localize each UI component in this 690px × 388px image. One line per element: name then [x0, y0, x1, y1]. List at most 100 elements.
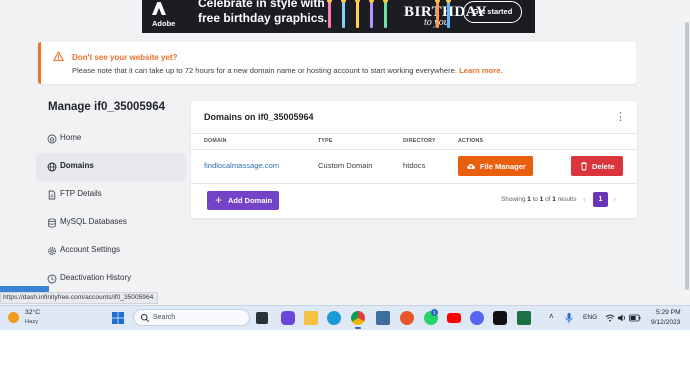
- weather-sun-icon[interactable]: [8, 312, 19, 323]
- column-header-type: TYPE: [318, 138, 333, 144]
- clock-date[interactable]: 9/12/2023: [651, 319, 680, 326]
- alert-message: Please note that it can take up to 72 ho…: [72, 65, 457, 75]
- add-domain-label: Add Domain: [228, 196, 273, 205]
- chevron-up-icon[interactable]: ˄: [549, 312, 554, 321]
- sidebar-label-ftp: FTP Details: [60, 189, 102, 198]
- adobe-logo-icon: [152, 2, 166, 15]
- warning-icon: [53, 51, 64, 62]
- ad-banner[interactable]: Adobe Celebrate in style with free birth…: [142, 0, 535, 33]
- wifi-icon[interactable]: [605, 313, 615, 323]
- search-icon: [140, 313, 150, 323]
- page-title: Manage if0_35005964: [48, 101, 165, 113]
- results-of-word: of: [545, 196, 551, 203]
- candle-icon: [355, 0, 360, 28]
- sidebar-label-settings: Account Settings: [60, 245, 121, 254]
- weather-temperature[interactable]: 32°C: [25, 309, 40, 316]
- results-to: 1: [539, 196, 544, 203]
- chrome-browser-icon[interactable]: [351, 311, 365, 325]
- candle-icon: [446, 0, 451, 28]
- windows-start-icon[interactable]: [111, 311, 125, 325]
- sidebar-label-domains: Domains: [60, 161, 94, 170]
- history-icon: [47, 274, 57, 284]
- firefox-browser-icon[interactable]: [400, 311, 414, 325]
- candle-icon: [435, 0, 440, 28]
- divider: [191, 183, 637, 184]
- trash-icon: [581, 161, 587, 171]
- candle-icon: [383, 0, 388, 28]
- sidebar-item-ftp-details[interactable]: FTP Details: [36, 181, 186, 209]
- results-prefix: Showing: [501, 196, 526, 203]
- browser-page: Adobe Celebrate in style with free birth…: [0, 0, 690, 330]
- candle-icon: [341, 0, 346, 28]
- home-icon: [47, 134, 57, 144]
- excel-icon[interactable]: [517, 311, 531, 325]
- sidebar-item-home[interactable]: Home: [36, 125, 186, 153]
- sidebar-item-deactivation-history[interactable]: Deactivation History: [36, 265, 186, 293]
- app-window-icon[interactable]: [376, 311, 390, 325]
- link-status-url: https://dash.infinityfree.com/accounts/i…: [0, 292, 159, 304]
- meet-icon[interactable]: [281, 311, 295, 325]
- add-domain-button[interactable]: + Add Domain: [207, 191, 279, 210]
- microphone-icon[interactable]: [564, 312, 574, 324]
- gear-icon: [48, 247, 56, 255]
- discord-icon[interactable]: [470, 311, 484, 325]
- sidebar-item-mysql[interactable]: MySQL Databases: [36, 209, 186, 237]
- candle-icon: [369, 0, 374, 28]
- file-manager-button[interactable]: File Manager: [458, 156, 533, 176]
- domain-type: Custom Domain: [318, 161, 373, 170]
- plus-icon: +: [215, 193, 223, 207]
- current-page-button[interactable]: 1: [593, 192, 608, 207]
- ad-brand: Adobe: [152, 19, 176, 28]
- blank-area: [0, 330, 690, 388]
- domain-link[interactable]: findlocalmassage.com: [204, 161, 279, 170]
- search-placeholder: Search: [153, 313, 176, 321]
- domains-panel: Domains on if0_35005964 ⋮ DOMAIN TYPE DI…: [191, 101, 637, 218]
- sidebar-item-domains[interactable]: Domains: [36, 153, 186, 181]
- notification-badge: 1: [431, 309, 438, 316]
- task-view-icon[interactable]: [256, 312, 268, 324]
- sidebar-label-home: Home: [60, 133, 82, 142]
- delete-button[interactable]: Delete: [571, 156, 623, 176]
- delete-label: Delete: [592, 161, 615, 171]
- alert-text: Please note that it can take up to 72 ho…: [72, 66, 503, 75]
- panel-title: Domains on if0_35005964: [204, 112, 314, 122]
- results-total: 1: [552, 196, 556, 203]
- results-summary: Showing 1 to 1 of 1 results: [501, 196, 576, 203]
- divider: [191, 133, 637, 134]
- column-header-domain: DOMAIN: [204, 138, 227, 144]
- ad-headline-line2: free birthday graphics.: [198, 11, 328, 25]
- next-page-button[interactable]: ›: [613, 194, 616, 204]
- results-suffix: results: [557, 196, 577, 203]
- column-header-directory: DIRECTORY: [403, 138, 436, 144]
- candle-icon: [327, 0, 332, 28]
- sidebar-label-mysql: MySQL Databases: [60, 217, 127, 226]
- tiktok-icon[interactable]: [493, 311, 507, 325]
- volume-icon[interactable]: [617, 313, 627, 323]
- taskbar-search-box[interactable]: Search: [133, 309, 250, 326]
- scrollbar-thumb[interactable]: [685, 22, 689, 290]
- column-header-actions: ACTIONS: [458, 138, 484, 144]
- active-app-indicator: [355, 327, 361, 329]
- alert-title: Don't see your website yet?: [72, 53, 178, 62]
- ad-get-started-button[interactable]: Get started: [463, 1, 522, 23]
- youtube-icon[interactable]: [447, 313, 461, 323]
- previous-page-button[interactable]: ‹: [583, 194, 586, 204]
- file-icon: [48, 190, 56, 200]
- file-explorer-icon[interactable]: [304, 311, 318, 325]
- language-indicator[interactable]: ENG: [583, 314, 597, 321]
- sidebar-item-account-settings[interactable]: Account Settings: [36, 237, 186, 265]
- edge-browser-icon[interactable]: [327, 311, 341, 325]
- windows-taskbar: 32°C Hazy Search 1 ˄ ENG 5:29 PM 9/12/20…: [0, 305, 690, 330]
- weather-condition[interactable]: Hazy: [25, 319, 38, 325]
- database-icon: [48, 218, 56, 228]
- ad-headline-line1: Celebrate in style with: [198, 0, 325, 10]
- globe-icon: [47, 162, 57, 172]
- battery-icon[interactable]: [629, 313, 641, 323]
- more-options-icon[interactable]: ⋮: [615, 111, 626, 123]
- clock-time[interactable]: 5:29 PM: [656, 309, 681, 316]
- cloud-upload-icon: [467, 163, 475, 169]
- divider: [191, 149, 637, 150]
- results-from: 1: [527, 196, 531, 203]
- learn-more-link[interactable]: Learn more.: [459, 66, 502, 75]
- sidebar-label-deactivation: Deactivation History: [60, 273, 132, 282]
